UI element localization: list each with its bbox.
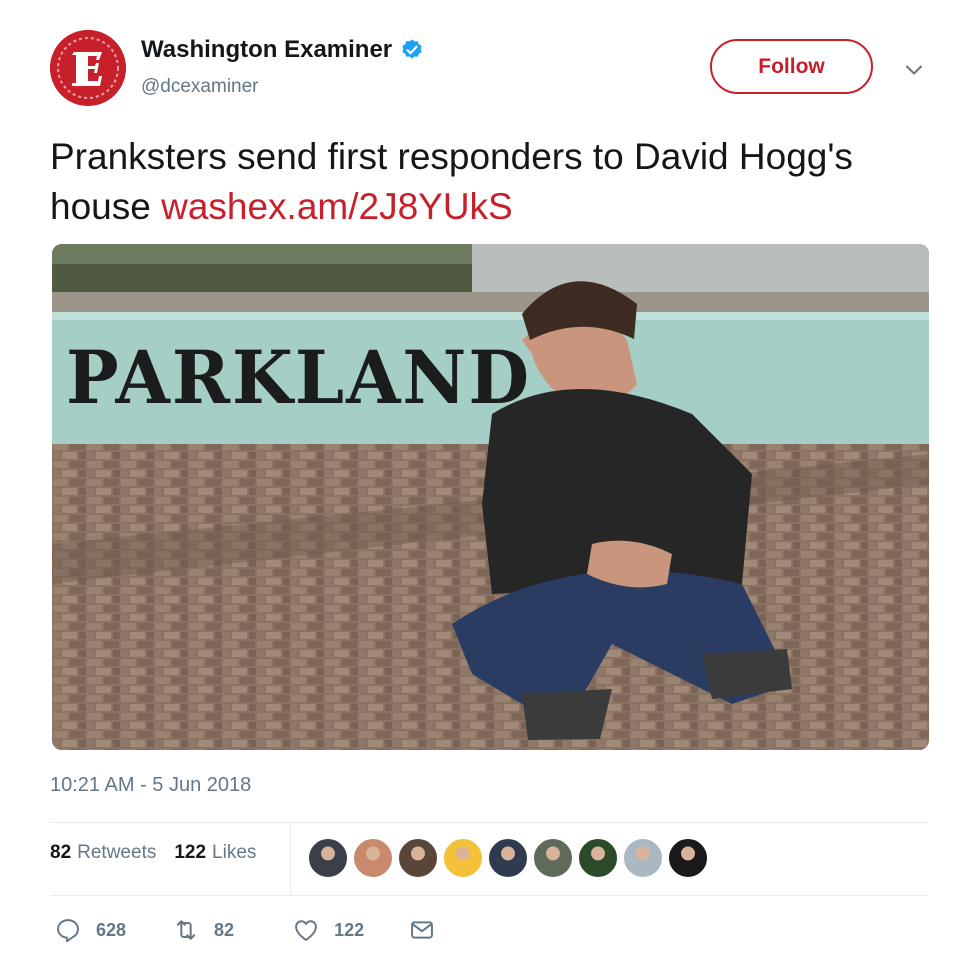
liker-avatar[interactable] [668, 838, 708, 878]
like-count: 122 [334, 919, 365, 940]
tweet-text: Pranksters send first responders to Davi… [50, 132, 930, 232]
retweets-count: 82 [50, 842, 72, 863]
retweet-icon [176, 920, 196, 940]
reply-icon [57, 919, 79, 943]
stats-divider-bottom [50, 895, 928, 896]
liker-avatar[interactable] [443, 838, 483, 878]
liker-avatars [308, 838, 713, 878]
account-handle[interactable]: @dcexaminer [141, 76, 259, 98]
reply-action[interactable]: 628 [54, 916, 126, 944]
dm-action[interactable] [408, 916, 436, 944]
stats-divider-top [50, 822, 928, 823]
liker-avatar[interactable] [488, 838, 528, 878]
retweet-action[interactable]: 82 [172, 916, 234, 944]
liker-avatar[interactable] [533, 838, 573, 878]
account-name-row[interactable]: Washington Examiner [141, 36, 424, 64]
liker-avatar[interactable] [623, 838, 663, 878]
likes-count: 122 [174, 842, 207, 863]
retweets-label: Retweets [77, 842, 157, 863]
chevron-down-icon[interactable] [902, 58, 926, 82]
liker-avatar[interactable] [578, 838, 618, 878]
washington-examiner-logo-icon [50, 30, 126, 106]
liker-avatar[interactable] [353, 838, 393, 878]
verified-badge-icon [402, 39, 422, 59]
likes-stat[interactable]: 122 Likes [174, 842, 256, 864]
tweet-timestamp[interactable]: 10:21 AM - 5 Jun 2018 [50, 774, 251, 797]
account-avatar[interactable] [50, 30, 126, 106]
reply-count: 628 [96, 919, 127, 940]
likes-label: Likes [212, 842, 257, 863]
like-action[interactable]: 122 [292, 916, 364, 944]
account-display-name[interactable]: Washington Examiner [141, 36, 392, 64]
follow-button[interactable]: Follow [710, 39, 873, 94]
tweet-link[interactable]: washex.am/2J8YUkS [161, 186, 513, 227]
photo-parkland-sign [52, 244, 929, 750]
tweet-photo[interactable] [52, 244, 929, 750]
retweets-stat[interactable]: 82 Retweets [50, 842, 156, 864]
liker-avatar[interactable] [308, 838, 348, 878]
retweet-count: 82 [214, 919, 235, 940]
heart-icon [295, 920, 317, 941]
envelope-icon [411, 921, 434, 939]
tweet-stats: 82 Retweets 122 Likes [50, 842, 256, 864]
liker-avatar[interactable] [398, 838, 438, 878]
stats-separator [290, 822, 291, 894]
tweet-actions: 628 82 122 [54, 916, 436, 944]
photo-sign-text: PARKLAND [66, 333, 532, 422]
